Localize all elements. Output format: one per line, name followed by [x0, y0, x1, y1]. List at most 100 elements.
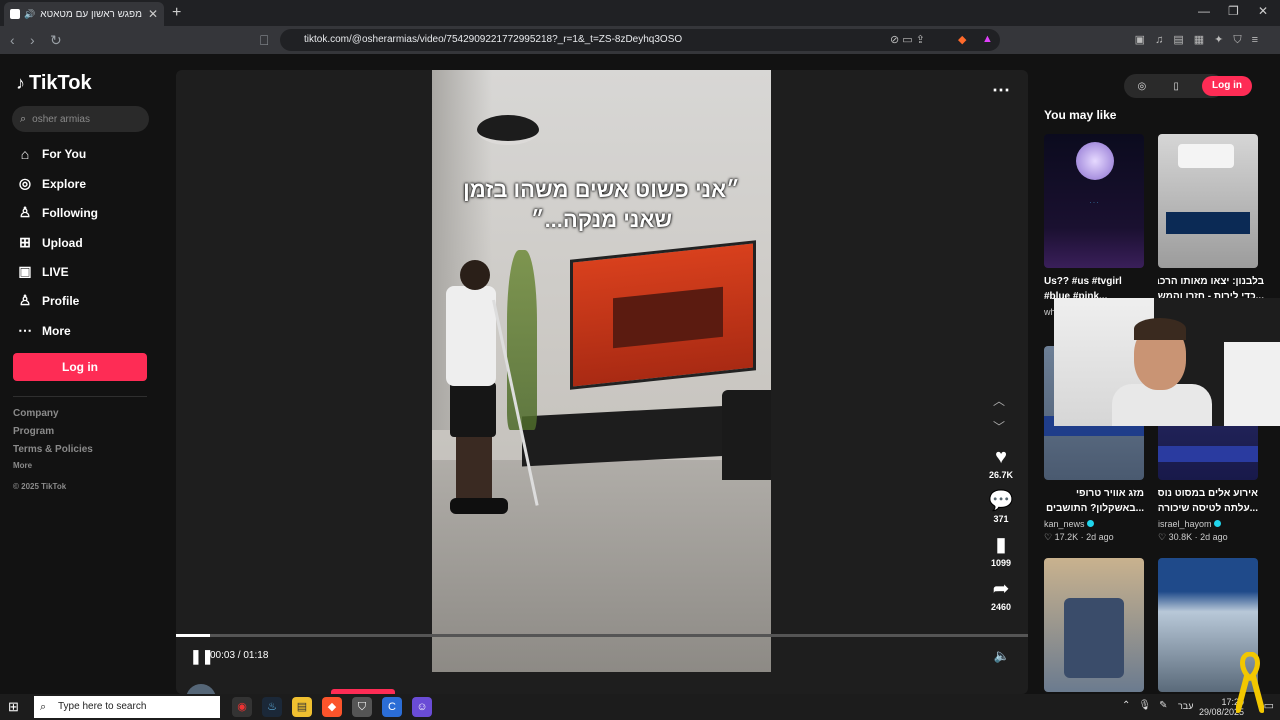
windows-start-icon[interactable]: ⊞: [8, 699, 19, 715]
nav-label: Upload: [42, 235, 83, 250]
scene-lamp: [477, 115, 539, 145]
save-button[interactable]: ▮ 1099: [984, 534, 1018, 568]
nav-profile[interactable]: ♙ Profile: [16, 292, 80, 309]
share-button[interactable]: ➦ 2460: [984, 578, 1018, 612]
tray-icons[interactable]: ⌃🎙✎: [1122, 700, 1175, 711]
card-title[interactable]: אירוע אלים במסוט נוסעת: [1158, 486, 1258, 501]
top-login-button[interactable]: Log in: [1202, 76, 1252, 96]
nav-following[interactable]: ♙ Following: [16, 204, 98, 221]
card-stats: ♡ 17.2K · 2d ago: [1044, 532, 1114, 542]
caption-line-1: ״אני פשוט אשים משהו בזמן: [463, 177, 740, 202]
verified-icon: [1086, 520, 1094, 527]
tiktok-note-icon: ♪: [16, 73, 25, 93]
nav-label: More: [42, 323, 71, 338]
nav-label: Explore: [42, 176, 87, 191]
tiktok-logo[interactable]: ♪ TikTok: [16, 72, 92, 95]
live-icon: ▣: [18, 263, 32, 279]
extension-icons[interactable]: ▣♫▤▦✦⛉≡: [1135, 33, 1268, 47]
video-caption: ״אני פשוט אשים משהו בזמן שאני מנקה...״: [432, 175, 771, 235]
card-title[interactable]: בלבנון: יצאו מאותו הרכב: [1158, 274, 1264, 289]
scene-person-shoes: [450, 498, 508, 514]
like-button[interactable]: ♥ 26.7K: [984, 446, 1018, 480]
obs-icon[interactable]: ◉: [232, 697, 252, 717]
volume-icon[interactable]: 🔈: [994, 648, 1010, 664]
sidebar-login-button[interactable]: Log in: [13, 353, 147, 381]
card-title[interactable]: Us?? #us #tvgirl: [1044, 274, 1150, 289]
search-input[interactable]: ⌕ osher armias: [12, 106, 149, 132]
nav-label: Following: [42, 205, 98, 220]
card-stats: ♡ 30.8K · 2d ago: [1158, 532, 1228, 542]
footer-more-link[interactable]: More: [13, 461, 32, 470]
webcam-overlay: [1054, 298, 1280, 426]
taskbar-search-input[interactable]: ⌕ Type here to search: [34, 696, 220, 718]
steam-icon[interactable]: ♨: [262, 697, 282, 717]
url-action-icons[interactable]: ⊘ ▭ ⇪: [890, 33, 925, 46]
left-sidebar: ♪ TikTok ⌕ osher armias ⌂ For You ◎ Expl…: [0, 54, 165, 694]
save-count: 1099: [990, 558, 1012, 568]
shield-app-icon[interactable]: ⛉: [352, 697, 372, 717]
share-count: 2460: [990, 602, 1012, 612]
nav-live[interactable]: ▣ LIVE: [16, 263, 68, 280]
card-title[interactable]: מזג אוויר טרופי: [1044, 486, 1144, 501]
new-tab-button[interactable]: +: [172, 4, 181, 22]
more-icon: ⋯: [18, 322, 32, 338]
scene-person-body: [446, 286, 496, 386]
speaker-icon[interactable]: 🔊: [24, 9, 35, 20]
you-may-like-heading: You may like: [1044, 108, 1117, 122]
share-icon: ➦: [992, 578, 1010, 600]
prev-video-icon[interactable]: ︿: [993, 392, 1005, 409]
folder-icon[interactable]: ▤: [292, 697, 312, 717]
card-author[interactable]: israel_hayom: [1158, 519, 1221, 529]
forward-icon[interactable]: ›: [30, 32, 35, 48]
video-player[interactable]: ״אני פשוט אשים משהו בזמן שאני מנקה...״ ⋯…: [176, 70, 1028, 694]
notification-icon[interactable]: ▭: [1264, 699, 1274, 712]
author-row: osherarmias: [186, 684, 396, 694]
scene-tv: [570, 240, 756, 390]
brave-icon[interactable]: ◆: [322, 697, 342, 717]
minimize-icon[interactable]: —: [1198, 4, 1210, 18]
comment-button[interactable]: 💬 371: [984, 490, 1018, 524]
nav-upload[interactable]: ⊞ Upload: [16, 234, 83, 251]
reload-icon[interactable]: ↻: [50, 32, 62, 49]
verified-icon: [1213, 520, 1221, 527]
nav-explore[interactable]: ◎ Explore: [16, 175, 86, 192]
recommend-thumb[interactable]: [1044, 558, 1144, 692]
close-window-icon[interactable]: ✕: [1258, 4, 1268, 18]
video-frame[interactable]: ״אני פשוט אשים משהו בזמן שאני מנקה...״: [432, 70, 771, 672]
nav-for-you[interactable]: ⌂ For You: [16, 146, 86, 162]
card-title-2[interactable]: ...באשקלון? התושבים: [1044, 501, 1144, 516]
footer-program-link[interactable]: Program: [13, 426, 54, 437]
phone-icon[interactable]: ▯: [1173, 81, 1179, 92]
scene-chair: [722, 390, 771, 480]
discord-icon[interactable]: ☺: [412, 697, 432, 717]
nav-more[interactable]: ⋯ More: [16, 322, 71, 339]
following-icon: ♙: [18, 204, 32, 220]
brave-shield-icon[interactable]: ◆: [958, 33, 966, 46]
language-indicator[interactable]: עבר: [1178, 701, 1193, 711]
browser-tab[interactable]: 🔊 מפגש ראשון עם מטאטא - סר ✕: [4, 2, 164, 26]
restore-icon[interactable]: ❐: [1228, 4, 1239, 18]
search-icon: ⌕: [40, 701, 47, 713]
next-video-icon[interactable]: ﹀: [993, 418, 1005, 435]
recommend-thumb[interactable]: [1158, 134, 1258, 268]
taskbar-apps: ◉ ♨ ▤ ◆ ⛉ C ☺: [232, 697, 432, 717]
footer-terms-link[interactable]: Terms & Policies: [13, 444, 93, 455]
more-options-icon[interactable]: ⋯: [992, 80, 1010, 101]
nav-label: Profile: [42, 293, 80, 308]
scene-person-legs: [456, 434, 492, 504]
recommend-thumb[interactable]: · · ·: [1044, 134, 1144, 268]
card-title-2[interactable]: ...עלתה לטיסה שיכורה: [1158, 501, 1258, 516]
tab-close-icon[interactable]: ✕: [148, 7, 158, 21]
compass-icon: ◎: [18, 175, 32, 191]
footer-company-link[interactable]: Company: [13, 408, 59, 419]
author-avatar[interactable]: [186, 684, 216, 694]
windows-taskbar: ⊞ ⌕ Type here to search ◉ ♨ ▤ ◆ ⛉ C ☺ ⌃🎙…: [0, 694, 1280, 720]
bookmark-icon[interactable]: ⎕: [260, 32, 268, 49]
compass-icon[interactable]: ◎: [1138, 81, 1147, 92]
card-author[interactable]: kan_news: [1044, 519, 1094, 529]
progress-bar[interactable]: [176, 634, 1028, 637]
app-c-icon[interactable]: C: [382, 697, 402, 717]
rewards-icon[interactable]: ▲: [982, 33, 993, 45]
yellow-ribbon-icon: [1236, 652, 1264, 713]
back-icon[interactable]: ‹: [10, 32, 15, 48]
